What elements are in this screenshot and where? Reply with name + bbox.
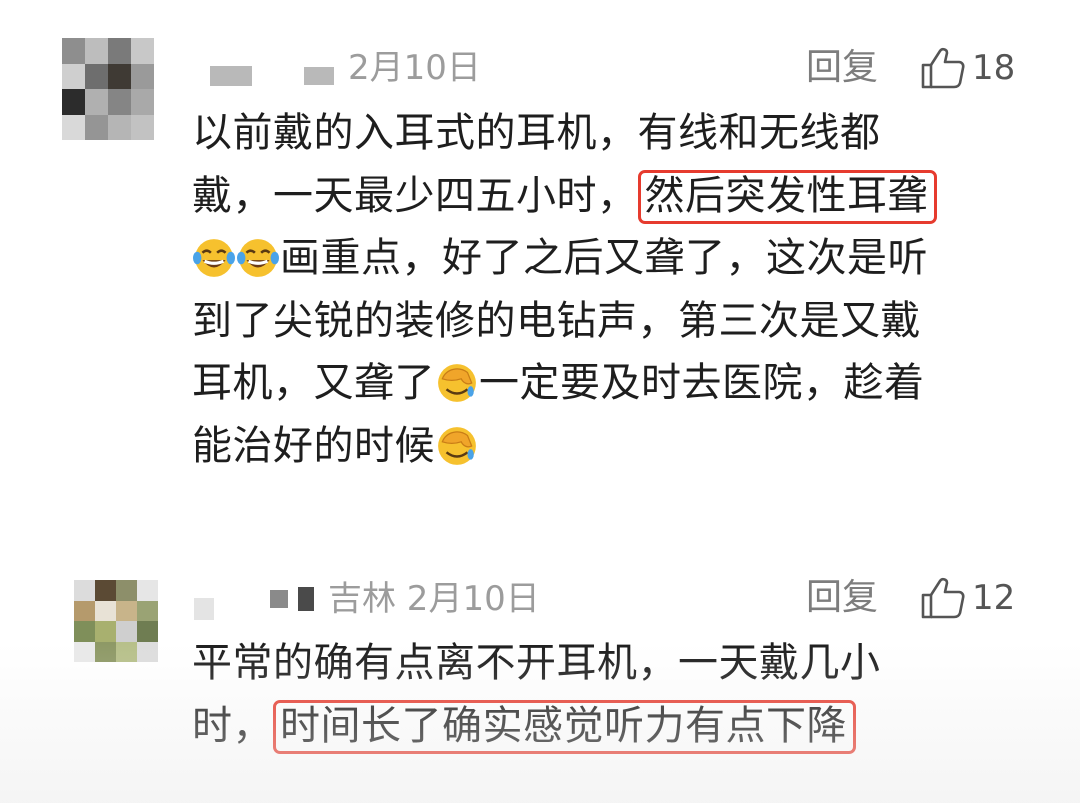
comment-line: 平常的确有点离不开耳机，一天戴几小: [192, 640, 881, 686]
username-blurred[interactable]: [210, 66, 252, 86]
comment-meta: 吉林 2月10日: [194, 578, 540, 620]
reply-button[interactable]: 回复: [806, 48, 878, 88]
comment-text: 时，: [192, 702, 273, 749]
thumbs-up-icon: [921, 47, 965, 89]
comment-line: 画重点，好了之后又聋了，这次是听: [192, 227, 1052, 290]
tears-of-joy-emoji: [193, 239, 235, 277]
comment-date: 2月10日: [348, 48, 481, 88]
highlighted-text: 然后突发性耳聋: [637, 169, 937, 224]
comment-body: 以前戴的入耳式的耳机，有线和无线都 戴，一天最少四五小时， 然后突发性耳聋 画重点…: [192, 102, 1052, 477]
comment-location-date: 吉林 2月10日: [328, 579, 540, 619]
comment-line: 能治好的时候: [192, 415, 1052, 478]
reply-button[interactable]: 回复: [806, 578, 878, 618]
avatar[interactable]: [74, 580, 158, 662]
thumbs-up-icon: [921, 577, 965, 619]
comment-item: 吉林 2月10日 回复 12 平常的确有点离不开耳机，一天戴几小 时， 时间长了确…: [0, 560, 1080, 803]
like-button[interactable]: 18: [920, 46, 1015, 90]
comment-actions: 回复 12: [806, 576, 1015, 620]
username-blurred: [304, 67, 334, 85]
comment-line: 时， 时间长了确实感觉听力有点下降: [192, 695, 1052, 758]
like-count: 12: [972, 578, 1016, 618]
comment-text: 画重点，好了之后又聋了，这次是听: [280, 235, 928, 281]
comment-line: 耳机，又聋了 一定要及时去医院，趁着: [192, 352, 1052, 415]
comment-line: 以前戴的入耳式的耳机，有线和无线都: [192, 110, 881, 156]
facepalm-emoji: [438, 364, 476, 402]
facepalm-emoji: [438, 426, 476, 465]
like-count: 18: [972, 48, 1016, 88]
username-blurred: [270, 590, 288, 608]
comment-meta: 2月10日: [210, 48, 481, 88]
username-blurred[interactable]: [194, 598, 214, 620]
tears-of-joy-emoji: [237, 239, 279, 277]
username-blurred: [298, 587, 314, 611]
comment-text: 戴，一天最少四五小时，: [192, 172, 638, 219]
comment-text: 能治好的时候: [192, 422, 435, 469]
comment-text: 一定要及时去医院，趁着: [479, 360, 925, 406]
like-button[interactable]: 12: [920, 576, 1015, 620]
comment-item: 2月10日 回复 18 以前戴的入耳式的耳机，有线和无线都 戴，一天最少四五小时…: [0, 0, 1080, 520]
comment-line: 到了尖锐的装修的电钻声，第三次是又戴: [192, 297, 921, 344]
highlighted-text: 时间长了确实感觉听力有点下降: [273, 699, 856, 754]
comment-text: 耳机，又聋了: [192, 360, 435, 406]
avatar[interactable]: [62, 38, 154, 140]
comment-body: 平常的确有点离不开耳机，一天戴几小 时， 时间长了确实感觉听力有点下降: [192, 632, 1052, 757]
comment-actions: 回复 18: [806, 46, 1015, 90]
comment-line: 戴，一天最少四五小时， 然后突发性耳聋: [192, 165, 1052, 228]
